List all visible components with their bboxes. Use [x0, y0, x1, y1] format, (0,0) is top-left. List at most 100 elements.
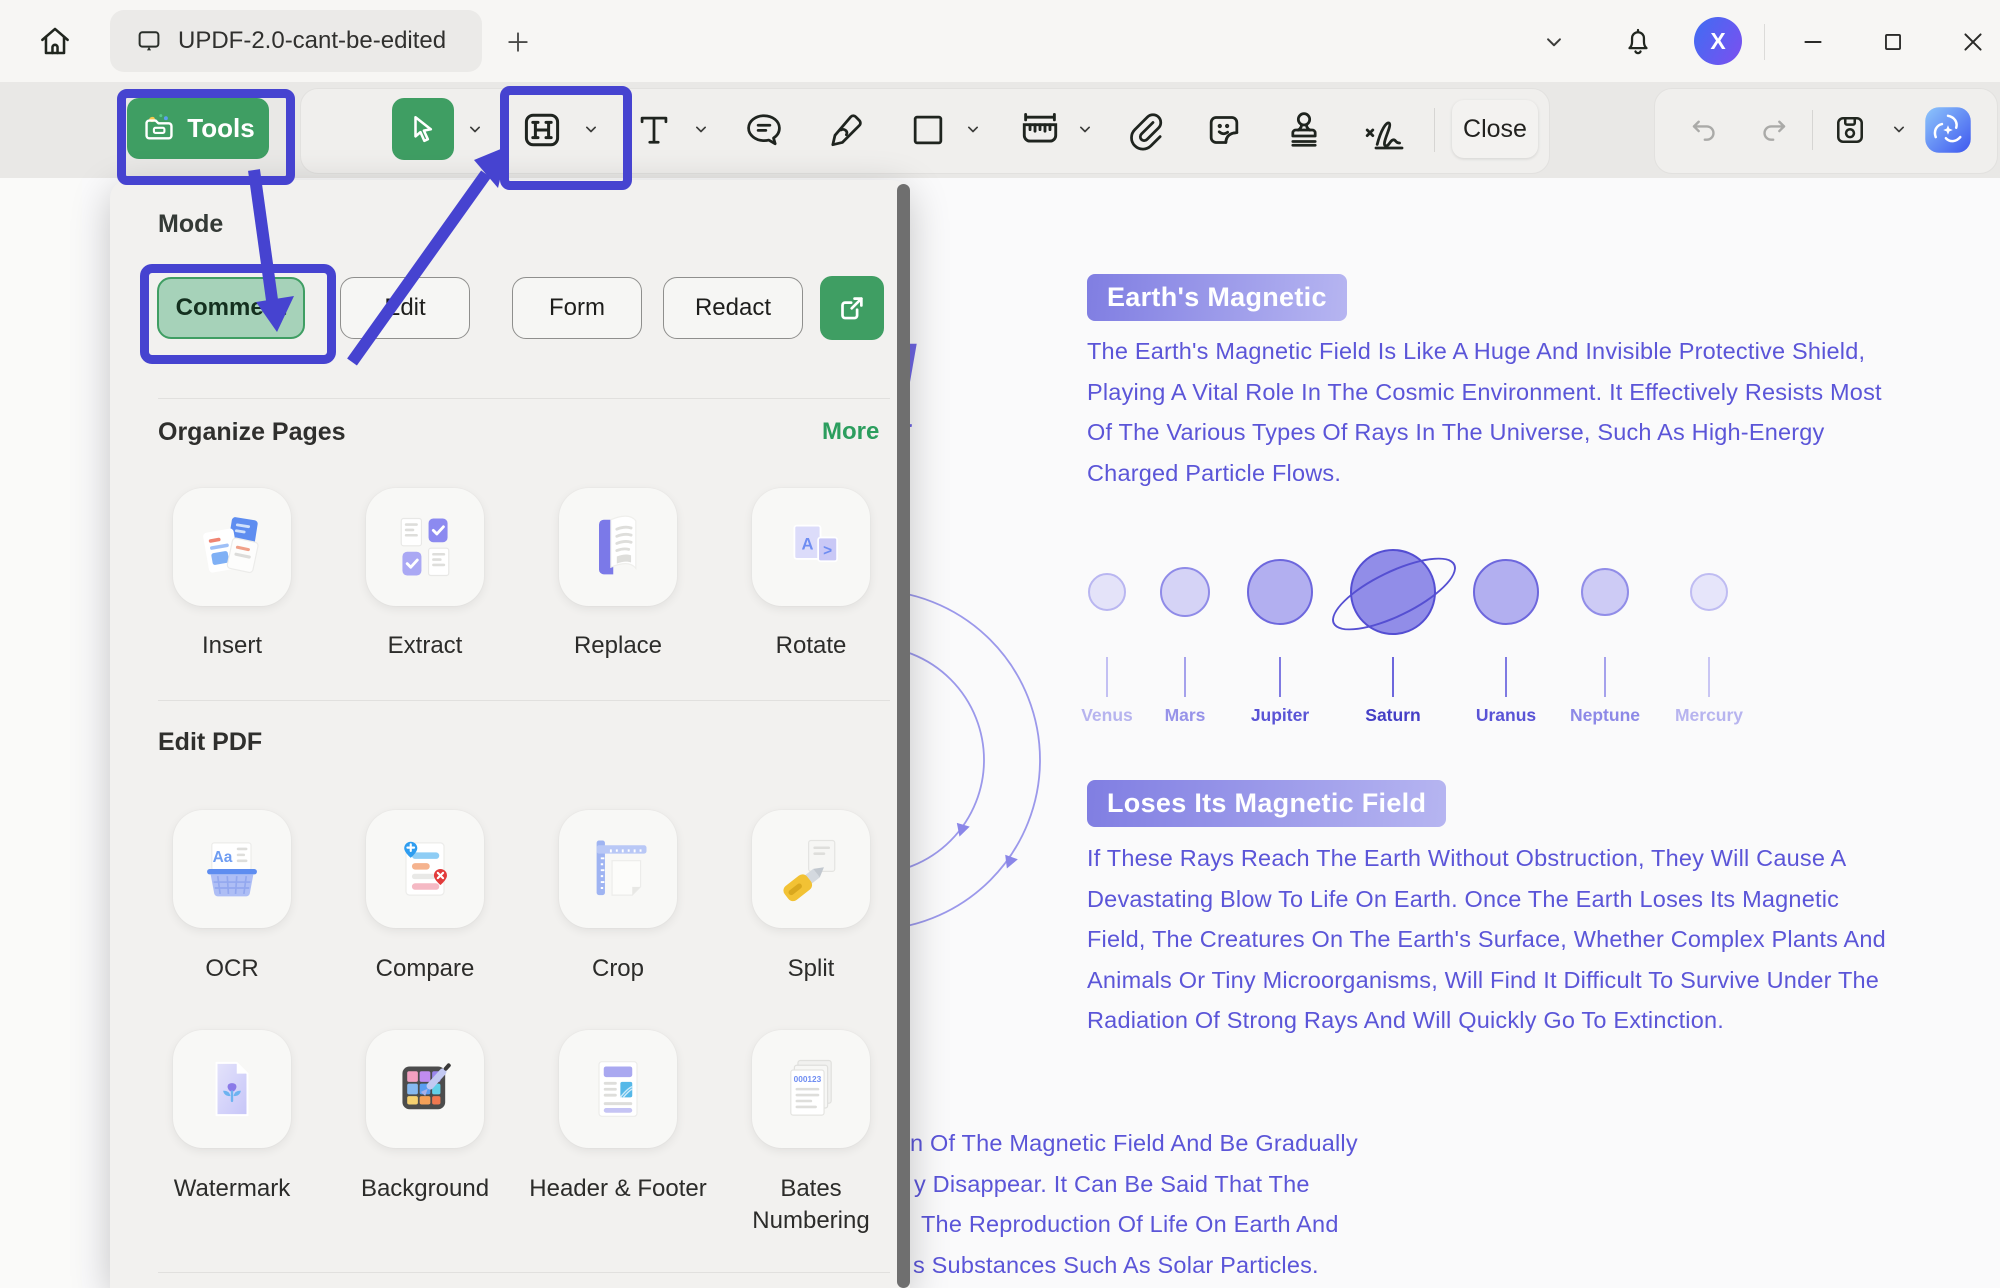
tile-compare[interactable]	[366, 810, 484, 928]
planet-mercury: Mercury	[1649, 573, 1769, 726]
mode-button-form[interactable]: Form	[512, 277, 642, 339]
redo-icon	[1758, 114, 1790, 146]
text-t-icon	[632, 108, 676, 152]
measure-tool-button[interactable]	[1014, 104, 1066, 156]
measure-tool-dropdown[interactable]	[1070, 112, 1100, 146]
planet-saturn: Saturn	[1333, 549, 1453, 726]
panel-scrollbar[interactable]	[897, 184, 910, 1288]
save-dropdown[interactable]	[1884, 112, 1914, 146]
doc-line: Charged Particle Flows.	[1087, 453, 1882, 494]
user-avatar[interactable]: X	[1694, 17, 1742, 65]
doc-line: If These Rays Reach The Earth Without Ob…	[1087, 838, 1886, 879]
open-in-window-button[interactable]	[820, 276, 884, 340]
text-tool-button[interactable]	[628, 104, 680, 156]
save-button[interactable]	[1826, 106, 1874, 154]
square-shape-icon	[906, 108, 950, 152]
close-window-button[interactable]	[1949, 20, 1997, 64]
background-icon	[387, 1051, 463, 1127]
ai-assistant-button[interactable]	[1922, 104, 1974, 156]
highlight-annotation-box	[500, 86, 632, 190]
updf-app-window: l Earth's Magnetic The Earth's Magnetic …	[0, 0, 2000, 1288]
magnetic-field-arcs-decoration	[900, 560, 1070, 980]
tile-label-background: Background	[330, 1173, 520, 1205]
select-tool-dropdown[interactable]	[460, 112, 490, 146]
watermark-icon	[194, 1051, 270, 1127]
new-tab-button[interactable]	[496, 20, 540, 64]
tile-replace[interactable]	[559, 488, 677, 606]
document-tab-title: UPDF-2.0-cant-be-edited	[178, 27, 446, 55]
paperclip-icon	[1122, 108, 1166, 152]
tile-split[interactable]	[752, 810, 870, 928]
tile-bates-numbering[interactable]: 000123	[752, 1030, 870, 1148]
maximize-button[interactable]	[1869, 20, 1917, 64]
panel-divider	[158, 700, 890, 701]
toolbar-divider	[1812, 110, 1813, 150]
save-floppy-icon	[1831, 111, 1869, 149]
chevron-down-icon	[1541, 29, 1567, 55]
document-tab[interactable]: UPDF-2.0-cant-be-edited	[110, 10, 482, 72]
insert-pages-icon	[194, 509, 270, 585]
tile-crop[interactable]	[559, 810, 677, 928]
ai-assistant-icon	[1923, 105, 1973, 155]
split-icon	[773, 831, 849, 907]
mode-button-edit[interactable]: Edit	[340, 277, 470, 339]
chevron-down-icon	[963, 119, 983, 139]
compare-icon	[387, 831, 463, 907]
select-tool-button[interactable]	[392, 98, 454, 160]
bell-icon	[1621, 24, 1655, 58]
display-icon	[134, 26, 164, 56]
tile-label-watermark: Watermark	[137, 1173, 327, 1205]
maximize-icon	[1880, 29, 1906, 55]
sticker-tool-button[interactable]	[1198, 104, 1250, 156]
tile-insert[interactable]	[173, 488, 291, 606]
doc-line: Animals Or Tiny Microorganisms, Will Fin…	[1087, 960, 1886, 1001]
comment-tool-button[interactable]	[738, 104, 790, 156]
planet-neptune: Neptune	[1545, 568, 1665, 726]
svg-text:000123: 000123	[794, 1074, 822, 1084]
ruler-icon	[1017, 107, 1063, 153]
ocr-icon: Aa	[194, 831, 270, 907]
tile-header-footer[interactable]	[559, 1030, 677, 1148]
edit-pdf-heading: Edit PDF	[158, 728, 262, 757]
doc-line: Radiation Of Strong Rays And Will Quickl…	[1087, 1000, 1886, 1041]
close-icon	[1959, 28, 1987, 56]
shape-tool-dropdown[interactable]	[958, 112, 988, 146]
tile-label-compare: Compare	[330, 953, 520, 985]
notifications-button[interactable]	[1614, 16, 1662, 66]
comment-bubble-icon	[742, 108, 786, 152]
titlebar-dropdown-button[interactable]	[1532, 22, 1576, 62]
minimize-button[interactable]	[1789, 20, 1837, 64]
extract-pages-icon	[387, 509, 463, 585]
shape-tool-button[interactable]	[902, 104, 954, 156]
home-icon	[36, 22, 74, 60]
tile-rotate[interactable]: A >	[752, 488, 870, 606]
redo-button[interactable]	[1752, 108, 1796, 152]
doc-paragraph-clipped: n Of The Magnetic Field And Be Gradually…	[910, 1123, 1358, 1285]
doc-line: Playing A Vital Role In The Cosmic Envir…	[1087, 372, 1882, 413]
tile-background[interactable]	[366, 1030, 484, 1148]
crop-icon	[580, 831, 656, 907]
text-tool-dropdown[interactable]	[686, 112, 716, 146]
pencil-tool-button[interactable]	[820, 104, 872, 156]
tile-extract[interactable]	[366, 488, 484, 606]
undo-button[interactable]	[1682, 108, 1726, 152]
tile-ocr[interactable]: Aa	[173, 810, 291, 928]
organize-pages-more-link[interactable]: More	[822, 418, 879, 446]
tile-label-ocr: OCR	[137, 953, 327, 985]
comment-annotation-box	[140, 264, 336, 364]
doc-paragraph-2: If These Rays Reach The Earth Without Ob…	[1087, 838, 1886, 1041]
rotate-pages-icon: A >	[773, 509, 849, 585]
mode-button-redact[interactable]: Redact	[663, 277, 803, 339]
panel-divider	[158, 398, 890, 399]
signature-tool-button[interactable]	[1356, 104, 1412, 156]
svg-text:A: A	[801, 534, 813, 553]
doc-line: The Reproduction Of Life On Earth And	[921, 1204, 1358, 1245]
tile-watermark[interactable]	[173, 1030, 291, 1148]
doc-line: Devastating Blow To Life On Earth. Once …	[1087, 879, 1886, 920]
attachment-tool-button[interactable]	[1118, 104, 1170, 156]
close-tools-button[interactable]: Close	[1452, 100, 1538, 158]
stamp-tool-button[interactable]	[1278, 104, 1330, 156]
plus-icon	[503, 27, 533, 57]
doc-line: The Earth's Magnetic Field Is Like A Hug…	[1087, 331, 1882, 372]
home-button[interactable]	[28, 14, 82, 68]
